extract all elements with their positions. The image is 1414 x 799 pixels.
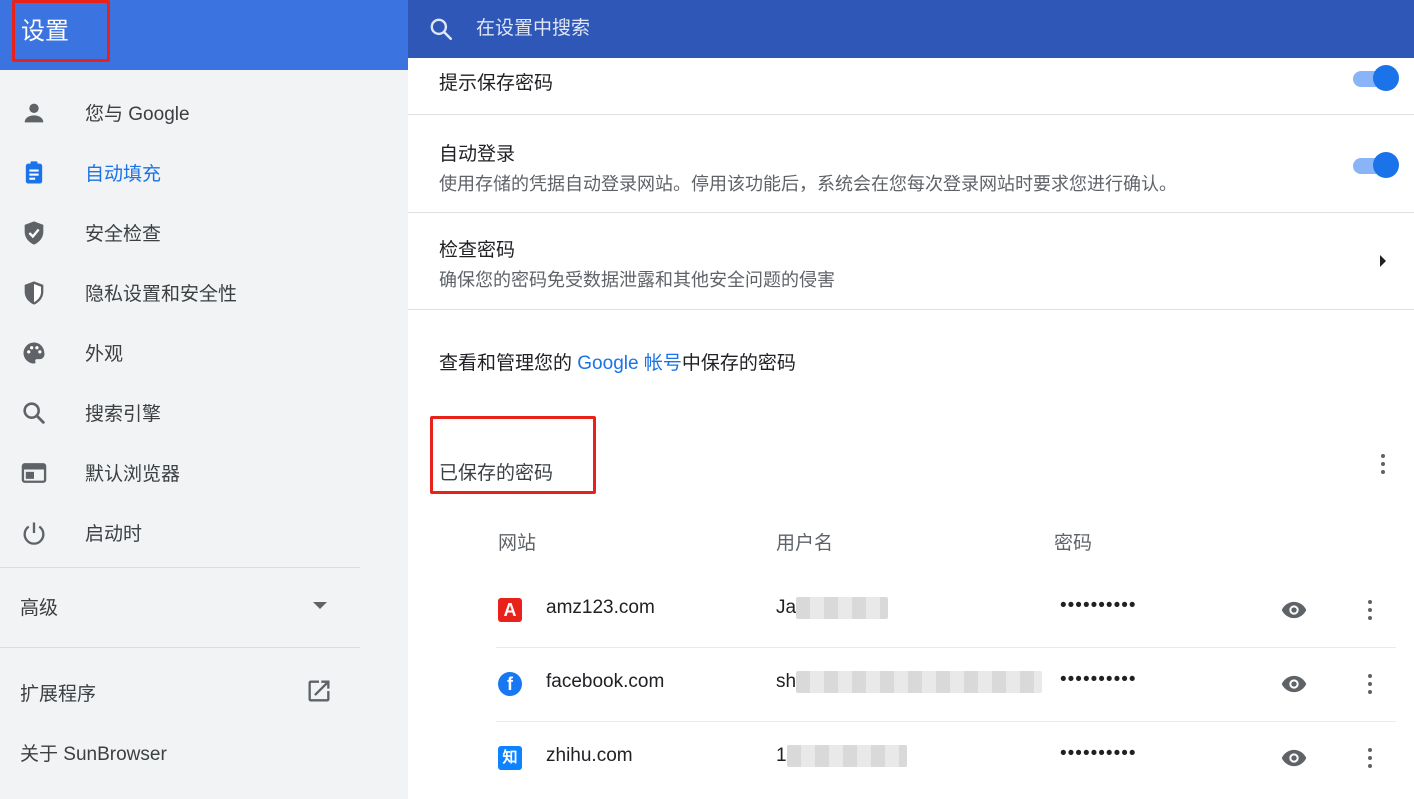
divider bbox=[0, 647, 360, 648]
sidebar-item-label: 隐私设置和安全性 bbox=[85, 283, 238, 305]
sidebar-item-default-browser[interactable]: 默认浏览器 bbox=[0, 444, 360, 500]
page-title: 设置 bbox=[12, 0, 110, 62]
password-mask: •••••••••• bbox=[1060, 595, 1137, 616]
auto-signin-description: 使用存储的凭据自动登录网站。停用该功能后，系统会在您每次登录网站时要求您进行确认… bbox=[439, 174, 1177, 194]
username: 1 bbox=[776, 745, 907, 767]
chevron-down-icon[interactable] bbox=[313, 602, 327, 609]
power-icon bbox=[23, 522, 45, 545]
manage-suffix: 中保存的密码 bbox=[681, 353, 796, 374]
username-visible: Ja bbox=[776, 597, 797, 619]
clipboard-icon bbox=[25, 161, 43, 184]
more-vert-icon[interactable] bbox=[1358, 598, 1382, 622]
site-name: facebook.com bbox=[546, 671, 665, 692]
sidebar-item-label: 默认浏览器 bbox=[85, 463, 181, 485]
password-mask: •••••••••• bbox=[1060, 669, 1137, 690]
sidebar-item-safety-check[interactable]: 安全检查 bbox=[0, 204, 360, 260]
shield-half-icon bbox=[24, 281, 44, 305]
sidebar-item-about[interactable]: 关于 SunBrowser bbox=[20, 739, 167, 766]
column-header-password: 密码 bbox=[1054, 533, 1093, 554]
auto-signin-toggle[interactable] bbox=[1353, 151, 1399, 179]
sidebar-item-on-startup[interactable]: 启动时 bbox=[0, 504, 360, 560]
blurred-text bbox=[796, 671, 1043, 693]
sidebar-item-autofill[interactable]: 自动填充 bbox=[0, 144, 360, 200]
sidebar-item-label: 启动时 bbox=[85, 523, 143, 545]
sidebar-item-privacy[interactable]: 隐私设置和安全性 bbox=[0, 264, 360, 320]
search-input[interactable] bbox=[476, 16, 1076, 42]
table-row: 知 zhihu.com 1 •••••••••• bbox=[496, 721, 1396, 795]
site-favicon: A bbox=[498, 598, 522, 622]
open-in-new-icon[interactable] bbox=[305, 677, 333, 705]
saved-passwords-title: 已保存的密码 bbox=[439, 463, 554, 484]
google-account-link[interactable]: Google 帐号 bbox=[577, 353, 682, 374]
search-icon bbox=[23, 402, 45, 424]
username-visible: sh bbox=[776, 671, 797, 693]
divider bbox=[408, 212, 1414, 213]
password-mask: •••••••••• bbox=[1060, 743, 1137, 764]
search-icon bbox=[430, 18, 453, 41]
chevron-right-icon[interactable] bbox=[1380, 255, 1386, 267]
sidebar-item-appearance[interactable]: 外观 bbox=[0, 324, 360, 380]
sidebar-item-label: 自动填充 bbox=[85, 163, 162, 185]
check-passwords-label[interactable]: 检查密码 bbox=[439, 235, 515, 262]
offer-save-toggle[interactable] bbox=[1353, 64, 1399, 92]
manage-account-text: 查看和管理您的 Google 帐号中保存的密码 bbox=[439, 348, 796, 375]
sidebar-item-label: 安全检查 bbox=[85, 223, 162, 245]
offer-save-label: 提示保存密码 bbox=[439, 73, 554, 94]
table-row: f facebook.com sh •••••••••• bbox=[496, 647, 1396, 721]
browser-icon bbox=[21, 463, 47, 483]
shield-check-icon bbox=[24, 221, 44, 245]
more-vert-icon[interactable] bbox=[1358, 746, 1382, 770]
username-visible: 1 bbox=[776, 745, 787, 767]
site-favicon: f bbox=[498, 672, 522, 696]
divider bbox=[408, 114, 1414, 115]
blurred-text bbox=[786, 745, 907, 767]
site-name: amz123.com bbox=[546, 597, 655, 618]
more-vert-icon[interactable] bbox=[1358, 672, 1382, 696]
sidebar-item-advanced[interactable]: 高级 bbox=[20, 593, 58, 620]
sidebar-item-label: 外观 bbox=[85, 343, 124, 365]
eye-icon[interactable] bbox=[1280, 672, 1308, 696]
username: sh bbox=[776, 671, 1043, 693]
username: Ja bbox=[776, 597, 889, 619]
table-row: A amz123.com Ja •••••••••• bbox=[496, 573, 1396, 647]
sidebar-item-label: 搜索引擎 bbox=[85, 403, 162, 425]
column-header-username: 用户名 bbox=[776, 533, 834, 554]
eye-icon[interactable] bbox=[1280, 746, 1308, 770]
more-vert-icon[interactable] bbox=[1371, 452, 1395, 476]
sidebar-item-label: 您与 Google bbox=[85, 103, 190, 125]
divider bbox=[408, 309, 1414, 310]
sidebar-item-extensions[interactable]: 扩展程序 bbox=[20, 679, 96, 706]
site-name: zhihu.com bbox=[546, 745, 633, 766]
person-icon bbox=[24, 103, 44, 123]
manage-prefix: 查看和管理您的 bbox=[439, 353, 578, 374]
passwords-card: 提示保存密码 自动登录 使用存储的凭据自动登录网站。停用该功能后，系统会在您每次… bbox=[408, 58, 1414, 799]
site-favicon: 知 bbox=[498, 746, 522, 770]
eye-icon[interactable] bbox=[1280, 598, 1308, 622]
sidebar-item-you-and-google[interactable]: 您与 Google bbox=[0, 84, 360, 140]
column-header-site: 网站 bbox=[498, 533, 537, 554]
sidebar-item-search-engine[interactable]: 搜索引擎 bbox=[0, 384, 360, 440]
palette-icon bbox=[23, 342, 45, 364]
auto-signin-label: 自动登录 bbox=[439, 144, 516, 165]
check-passwords-description: 确保您的密码免受数据泄露和其他安全问题的侵害 bbox=[439, 270, 835, 290]
blurred-text bbox=[796, 597, 889, 619]
divider bbox=[0, 567, 360, 568]
